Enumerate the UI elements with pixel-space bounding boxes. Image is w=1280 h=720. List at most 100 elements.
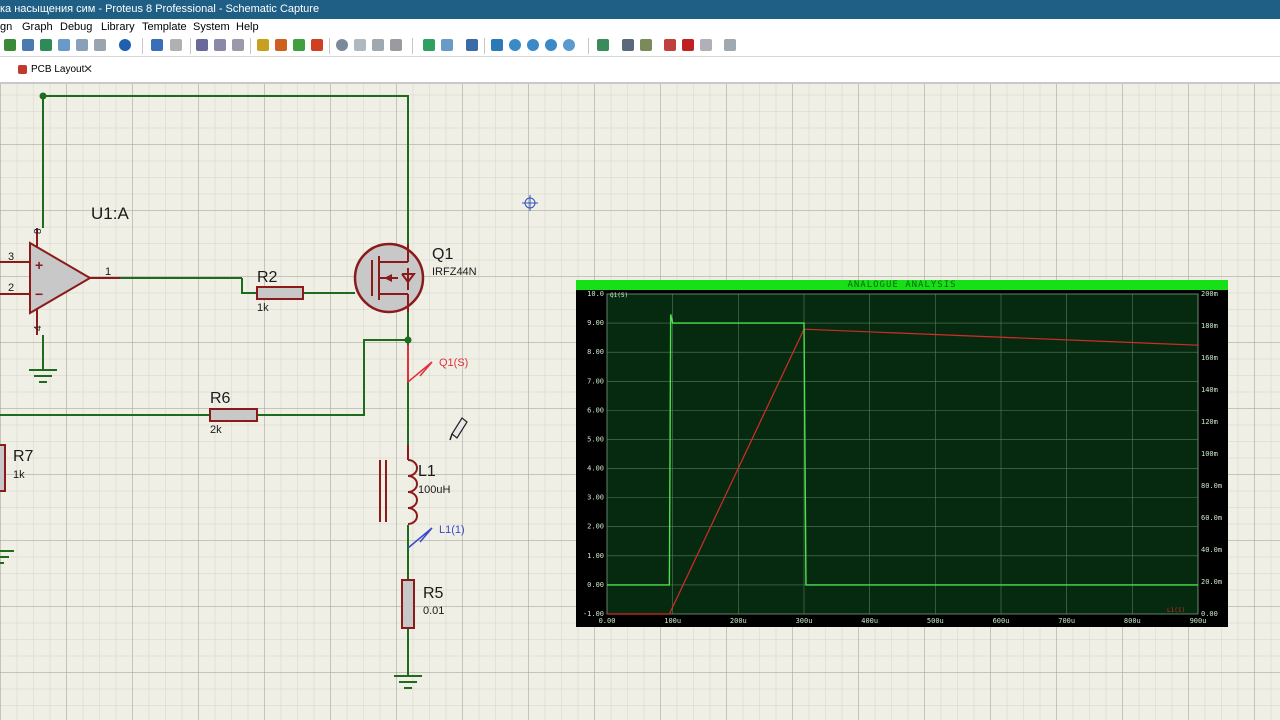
trace-label: Q1(S): [610, 292, 628, 299]
save-icon[interactable]: [40, 39, 52, 51]
toolbar: [0, 36, 1280, 57]
new-sheet-icon[interactable]: [664, 39, 676, 51]
wire-to-r2[interactable]: [241, 278, 257, 294]
block-copy-icon[interactable]: [257, 39, 269, 51]
help-icon[interactable]: [119, 39, 131, 51]
menu-debug[interactable]: Debug: [60, 21, 92, 33]
mosfet-q1[interactable]: [353, 242, 425, 314]
schematic-canvas[interactable]: U1:A + − 3 2 1 8 4 R2 1k Q1 IRFZ44N Q1(S…: [0, 84, 1280, 720]
left-tick-label: 5.00: [587, 435, 604, 443]
r7-value: 1k: [13, 469, 25, 481]
tab-bar: PCB Layout ✕: [0, 57, 1280, 84]
ground-u1: [29, 369, 57, 383]
pick-device-icon[interactable]: [336, 39, 348, 51]
zoom-all-icon[interactable]: [545, 39, 557, 51]
block-rotate-icon[interactable]: [293, 39, 305, 51]
probe-l1-icon[interactable]: [407, 527, 433, 549]
right-tick-label: 180m: [1201, 322, 1218, 330]
search-tag-icon[interactable]: [622, 39, 634, 51]
r2-ref: R2: [257, 269, 278, 286]
r2-value: 1k: [257, 302, 269, 314]
tab-pcb-layout[interactable]: PCB Layout ✕: [12, 60, 100, 79]
zoom-in-icon[interactable]: [509, 39, 521, 51]
export-icon[interactable]: [58, 39, 70, 51]
q1-ref: Q1: [432, 246, 453, 263]
menu-system[interactable]: System: [193, 21, 230, 33]
resistor-r6[interactable]: [209, 408, 258, 422]
x-tick-label: 500u: [927, 617, 944, 625]
left-tick-label: 4.00: [587, 465, 604, 473]
pencil-cursor-icon: [449, 417, 468, 441]
right-tick-label: 200m: [1201, 290, 1218, 298]
right-tick-label: 40.0m: [1201, 546, 1222, 554]
menu-graph[interactable]: Graph: [22, 21, 53, 33]
undo-icon[interactable]: [151, 39, 163, 51]
resistor-r5[interactable]: [401, 579, 415, 629]
remove-sheet-icon[interactable]: [682, 39, 694, 51]
screenshot-icon[interactable]: [22, 39, 34, 51]
resistor-r7[interactable]: [0, 444, 6, 492]
print-icon[interactable]: [94, 39, 106, 51]
left-tick-label: 10.0: [587, 290, 604, 298]
pan-icon[interactable]: [491, 39, 503, 51]
print-area-icon[interactable]: [76, 39, 88, 51]
window-title: ка насыщения сим - Proteus 8 Professiona…: [0, 3, 320, 15]
left-tick-label: 9.00: [587, 319, 604, 327]
goto-sheet-icon[interactable]: [700, 39, 712, 51]
make-device-icon[interactable]: [354, 39, 366, 51]
close-tab-icon[interactable]: ✕: [83, 60, 93, 79]
x-tick-label: 0.00: [599, 617, 616, 625]
packaging-tool-icon[interactable]: [372, 39, 384, 51]
l1-value: 100uH: [418, 484, 450, 496]
copy-icon[interactable]: [214, 39, 226, 51]
resistor-r2[interactable]: [256, 286, 304, 300]
q1-value: IRFZ44N: [432, 266, 477, 278]
left-tick-label: 7.00: [587, 377, 604, 385]
probe-q1s-icon[interactable]: [407, 361, 433, 383]
back-icon[interactable]: [4, 39, 16, 51]
menu-help[interactable]: Help: [236, 21, 259, 33]
right-tick-label: 120m: [1201, 418, 1218, 426]
origin-icon[interactable]: [466, 39, 478, 51]
x-tick-label: 300u: [796, 617, 813, 625]
property-tool-icon[interactable]: [640, 39, 652, 51]
probe-l1-label: L1(1): [439, 524, 465, 536]
toolbar-separator: [250, 38, 251, 54]
menu-template[interactable]: Template: [142, 21, 187, 33]
inductor-l1[interactable]: [379, 445, 418, 525]
wire-autorouter-icon[interactable]: [597, 39, 609, 51]
left-tick-label: 3.00: [587, 494, 604, 502]
x-tick-label: 700u: [1058, 617, 1075, 625]
r6-value: 2k: [210, 424, 222, 436]
l1-ref: L1: [418, 463, 436, 480]
bom-icon[interactable]: [724, 39, 736, 51]
r5-ref: R5: [423, 585, 444, 602]
grid-icon[interactable]: [441, 39, 453, 51]
cut-icon[interactable]: [196, 39, 208, 51]
decompose-icon[interactable]: [390, 39, 402, 51]
toolbar-separator: [142, 38, 143, 54]
block-delete-icon[interactable]: [311, 39, 323, 51]
wire-feedback[interactable]: [257, 339, 408, 416]
paste-icon[interactable]: [232, 39, 244, 51]
refresh-icon[interactable]: [423, 39, 435, 51]
x-tick-label: 600u: [993, 617, 1010, 625]
ground-left: [0, 550, 14, 564]
r5-value: 0.01: [423, 605, 444, 617]
menu-design[interactable]: gn: [0, 21, 12, 33]
zoom-area-icon[interactable]: [563, 39, 575, 51]
graph-title[interactable]: ANALOGUE ANALYSIS: [576, 280, 1228, 290]
r7-ref: R7: [13, 448, 34, 465]
redo-icon[interactable]: [170, 39, 182, 51]
u1-pin-3: 3: [8, 251, 14, 263]
analogue-analysis-graph[interactable]: ANALOGUE ANALYSIS 10.0 9.00 8.00 7.00 6.00 5.…: [576, 280, 1228, 627]
right-tick-label: 100m: [1201, 450, 1218, 458]
block-move-icon[interactable]: [275, 39, 287, 51]
opamp-u1[interactable]: [0, 228, 120, 370]
corner-label: L1(1): [1167, 607, 1185, 614]
toolbar-separator: [412, 38, 413, 54]
zoom-out-icon[interactable]: [527, 39, 539, 51]
x-tick-label: 800u: [1124, 617, 1141, 625]
left-tick-label: 6.00: [587, 406, 604, 414]
menu-library[interactable]: Library: [101, 21, 135, 33]
